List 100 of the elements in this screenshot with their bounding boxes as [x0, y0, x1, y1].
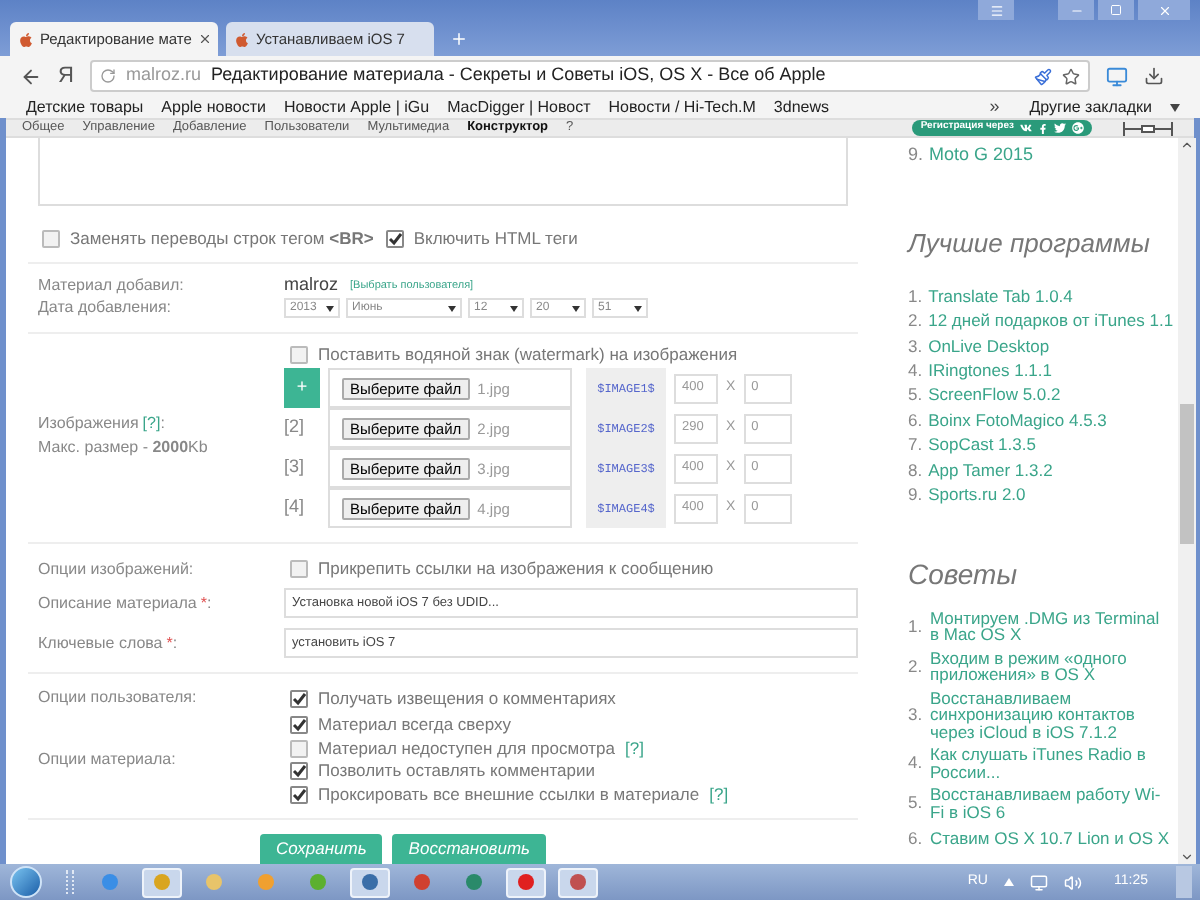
field-label: Опции изображений:: [38, 557, 196, 582]
size-limit: Макс. размер - 2000Kb: [38, 436, 210, 461]
bookmark-link[interactable]: MacDigger | Новост: [447, 95, 591, 119]
field-label: Материал добавил:: [38, 273, 186, 298]
sidebar-link[interactable]: SopCast 1.3.5: [928, 432, 1036, 458]
help-link[interactable]: [?]: [624, 735, 644, 762]
menu-button[interactable]: [978, 0, 1014, 20]
checkbox-label: Материал недоступен для просмотра: [318, 735, 615, 762]
sidebar-link[interactable]: 12 дней подарков от iTunes 1.1: [928, 308, 1174, 334]
maximize-button[interactable]: [1098, 0, 1134, 20]
checkbox-label: Проксировать все внешние ссылки в материале: [318, 781, 700, 808]
checkbox-label: Получать извещения о комментариях: [318, 685, 616, 711]
list-number: 8.: [908, 457, 923, 483]
section-title: Лучшие программы: [908, 226, 1152, 262]
yandex-button[interactable]: Я: [58, 59, 74, 93]
back-icon[interactable]: [20, 65, 42, 87]
checkbox-label: Позволить оставлять комментарии: [318, 758, 595, 785]
sidebar-link[interactable]: IRingtones 1.1.1: [928, 358, 1052, 384]
checkbox[interactable]: [290, 346, 308, 365]
scrollbar-thumb[interactable]: [1180, 404, 1194, 544]
address-domain: malroz.ru: [125, 62, 201, 89]
taskbar-app[interactable]: [142, 867, 182, 897]
social-icon[interactable]: [1054, 122, 1066, 134]
section-title: Советы: [908, 557, 1019, 590]
list-number: 1.: [908, 613, 924, 639]
help-link[interactable]: [?]: [709, 781, 729, 808]
taskbar-app[interactable]: [350, 867, 390, 897]
sidebar-link[interactable]: Входим в режим «одного приложения» в OS X: [930, 649, 1170, 684]
sidebar-link[interactable]: Sports.ru 2.0: [928, 481, 1026, 508]
help-link[interactable]: [?]: [142, 412, 161, 437]
list-number: 2.: [908, 308, 923, 334]
checkbox[interactable]: [290, 560, 308, 579]
brush-icon[interactable]: [1033, 67, 1052, 85]
star-icon[interactable]: [1061, 67, 1080, 85]
bookmark-link[interactable]: Новости Apple | iGu: [283, 95, 430, 119]
volume-icon[interactable]: [1064, 873, 1082, 891]
bookmark-link[interactable]: Детские товары: [26, 95, 144, 119]
sidebar-link[interactable]: ScreenFlow 5.0.2: [928, 382, 1061, 409]
checkbox[interactable]: [290, 739, 308, 758]
close-button[interactable]: [1138, 0, 1190, 20]
checkbox[interactable]: [290, 762, 308, 781]
bookmark-link[interactable]: Новости / Hi-Tech.M: [608, 95, 756, 119]
start-button[interactable]: [10, 866, 42, 898]
social-icon[interactable]: [1020, 122, 1032, 134]
image-number: [3]: [284, 454, 307, 481]
list-number: 9.: [908, 481, 923, 508]
other-bookmarks-button[interactable]: Другие закладки: [1029, 95, 1152, 119]
bookmark-link[interactable]: Apple новости: [161, 95, 266, 119]
close-icon[interactable]: [197, 32, 212, 46]
add-button[interactable]: +: [284, 368, 320, 409]
more-bookmarks-button[interactable]: »: [989, 93, 1000, 121]
bookmark-link[interactable]: 3dnews: [773, 95, 829, 119]
scrollbar[interactable]: [1178, 138, 1196, 864]
apple-icon: [234, 31, 250, 47]
checkbox[interactable]: [290, 785, 308, 804]
reload-icon[interactable]: [99, 68, 116, 84]
scroll-up-icon[interactable]: [1180, 138, 1194, 152]
sidebar-link[interactable]: Восстанавливаем работу Wi-Fi в iOS 6: [930, 786, 1170, 821]
caret-icon: [634, 305, 642, 312]
list-number: 6.: [908, 826, 924, 852]
tray-arrow-icon[interactable]: [1004, 878, 1014, 886]
sidebar-link[interactable]: Ставим OS X 10.7 Lion и OS X: [930, 830, 1170, 848]
social-icon[interactable]: [1038, 123, 1048, 133]
taskbar-app[interactable]: [506, 867, 546, 897]
caret-icon: [326, 305, 334, 312]
list-number: 9.: [908, 141, 924, 168]
sidebar-link[interactable]: Как слушать iTunes Radio в России...: [930, 746, 1170, 781]
field-label: Опции пользователя:: [38, 686, 199, 711]
close-icon: [1157, 3, 1171, 17]
menu-icon: [989, 3, 1003, 17]
network-icon[interactable]: [1030, 873, 1048, 891]
list-number: 1.: [908, 283, 923, 310]
sidebar-link[interactable]: Монтируем .DMG из Terminal в Mac OS X: [930, 609, 1170, 644]
social-icon[interactable]: [1072, 122, 1084, 134]
checkbox-label: Прикрепить ссылки на изображения к сообщению: [318, 556, 714, 582]
list-number: 4.: [908, 358, 923, 384]
minimize-button[interactable]: [1058, 0, 1094, 20]
sidebar-link[interactable]: Moto G 2015: [929, 141, 1034, 169]
checkbox[interactable]: [290, 689, 308, 708]
checkbox-label: Поставить водяной знак (watermark) на изображения: [318, 342, 738, 369]
checkbox[interactable]: [42, 229, 60, 248]
sidebar-link[interactable]: Translate Tab 1.0.4: [928, 283, 1073, 310]
list-number: 3.: [908, 333, 923, 359]
scroll-down-icon[interactable]: [1180, 850, 1194, 864]
list-number: 6.: [908, 407, 923, 434]
sidebar-link[interactable]: Восстанавливаем синхронизацию контактов через iCloud в iOS 7.1.2: [930, 689, 1170, 741]
checkbox[interactable]: [385, 229, 404, 248]
list-number: 7.: [908, 432, 923, 458]
address-bar[interactable]: malroz.ru Редактирование материала - Секреты и Советы iOS, OS X - Все об Apple: [89, 60, 1090, 92]
list-number: 5.: [908, 382, 923, 409]
form-button[interactable]: Сохранить: [259, 834, 383, 864]
download-icon[interactable]: [1143, 66, 1164, 86]
form-button[interactable]: Восстановить: [392, 834, 547, 864]
sidebar-link[interactable]: Boinx FotoMagico 4.5.3: [928, 407, 1107, 434]
checkbox[interactable]: [290, 716, 308, 735]
range-slider-icon[interactable]: [1122, 121, 1174, 135]
sidebar-link[interactable]: OnLive Desktop: [928, 333, 1050, 359]
new-tab-icon[interactable]: [450, 30, 468, 48]
sidebar-link[interactable]: App Tamer 1.3.2: [928, 457, 1053, 483]
taskbar-app[interactable]: [558, 867, 598, 897]
